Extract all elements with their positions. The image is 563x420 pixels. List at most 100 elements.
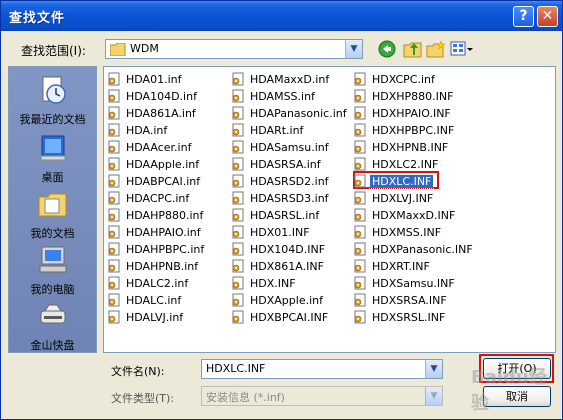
file-name-input[interactable]: HDXLC.INF ▼ (201, 359, 443, 379)
file-item[interactable]: HDASRSD3.inf (231, 190, 331, 207)
file-item[interactable]: HDXSamsu.INF (353, 275, 457, 292)
file-item[interactable]: HDASamsu.inf (231, 139, 331, 156)
file-item[interactable]: HDXHPBPC.INF (353, 122, 456, 139)
place-recent-documents[interactable]: 我最近的文档 (9, 75, 96, 127)
file-name: HDALC.inf (126, 294, 182, 307)
file-item[interactable]: HDXApple.inf (231, 292, 325, 309)
file-item[interactable]: HDXHPAIO.INF (353, 105, 453, 122)
place-desktop[interactable]: 桌面 (9, 133, 96, 185)
drive-icon (40, 304, 65, 324)
place-my-documents[interactable]: 我的文档 (9, 189, 96, 241)
file-item[interactable]: HDAHPNB.inf (107, 258, 200, 275)
setup-file-icon (354, 89, 366, 103)
file-item[interactable]: HDALC.inf (107, 292, 183, 309)
setup-file-icon (108, 157, 120, 171)
file-item[interactable]: HDXPanasonic.INF (353, 241, 475, 258)
file-item[interactable]: HDAHP880.inf (107, 207, 205, 224)
file-name: HDXLC2.INF (372, 158, 439, 171)
file-item[interactable]: HDX861A.INF (231, 258, 326, 275)
file-item[interactable]: HDALC2.inf (107, 275, 190, 292)
recent-documents-icon (42, 76, 66, 104)
file-name: HDACPC.inf (126, 192, 190, 205)
file-item[interactable]: HDAMaxxD.inf (231, 71, 331, 88)
file-item[interactable]: HDXBPCAI.INF (231, 309, 330, 326)
file-item[interactable]: HDXLC2.INF (353, 156, 440, 173)
file-item[interactable]: HDAApple.inf (107, 156, 201, 173)
file-item[interactable]: HDXHPNB.INF (353, 139, 450, 156)
look-in-label: 查找范围(I): (21, 44, 86, 58)
file-name: HDA01.inf (126, 73, 182, 86)
view-menu-icon[interactable] (450, 40, 474, 58)
file-type-label: 文件类型(T): (111, 392, 175, 405)
file-item[interactable]: HDASRSL.inf (231, 207, 321, 224)
title-bar[interactable]: 查找文件 ? ✕ (1, 1, 562, 31)
file-name: HDX01.INF (250, 226, 310, 239)
file-item[interactable]: HDXRT.INF (353, 258, 432, 275)
file-name: HDXHP880.INF (372, 90, 454, 103)
open-button[interactable]: 打开(O) (483, 358, 551, 379)
file-item[interactable]: HDASRSD2.inf (231, 173, 331, 190)
file-name: HDXMaxxD.INF (372, 209, 456, 222)
file-item[interactable]: HDA.inf (107, 122, 169, 139)
file-item[interactable]: HDXCPC.inf (353, 71, 437, 88)
new-folder-icon[interactable] (426, 40, 446, 58)
up-folder-icon[interactable] (403, 40, 423, 58)
file-name: HDXHPBPC.INF (372, 124, 455, 137)
help-button[interactable]: ? (513, 6, 534, 27)
file-item[interactable]: HDX01.INF (231, 224, 312, 241)
setup-file-icon (232, 310, 244, 324)
setup-file-icon (108, 140, 120, 154)
file-name: HDAAcer.inf (126, 141, 192, 154)
file-item[interactable]: HDA861A.inf (107, 105, 198, 122)
file-list[interactable]: HDA01.inf HDA104D.inf HDA861A.inf HDA.inf HD… (103, 66, 556, 353)
file-item[interactable]: HDASRSA.inf (231, 156, 323, 173)
place-label: 我的电脑 (30, 283, 75, 296)
file-item[interactable]: HDAAcer.inf (107, 139, 193, 156)
look-in-dropdown[interactable]: WDM ▼ (105, 39, 363, 59)
folder-icon (110, 43, 126, 56)
file-item[interactable]: HDX104D.INF (231, 241, 327, 258)
file-name: HDXSamsu.INF (372, 277, 455, 290)
file-item[interactable]: HDXHP880.INF (353, 88, 455, 105)
file-item[interactable]: HDALVJ.inf (107, 309, 185, 326)
file-item[interactable]: HDACPC.inf (107, 190, 191, 207)
setup-file-icon (354, 310, 366, 324)
chevron-down-icon[interactable]: ▼ (425, 360, 442, 378)
setup-file-icon (232, 242, 244, 256)
file-item[interactable]: HDAHPAIO.inf (107, 224, 203, 241)
setup-file-icon (108, 242, 120, 256)
file-name: HDXCPC.inf (372, 73, 435, 86)
file-name: HDXHPNB.INF (372, 141, 449, 154)
back-icon[interactable] (378, 40, 398, 58)
file-item[interactable]: HDXSRSA.INF (353, 292, 449, 309)
file-name: HDXLVJ.INF (372, 192, 434, 205)
setup-file-icon (108, 276, 120, 290)
file-item[interactable]: HDAHPBPC.inf (107, 241, 206, 258)
setup-file-icon (108, 89, 120, 103)
file-item[interactable]: HDXMSS.INF (353, 224, 443, 241)
place-kuaipan[interactable]: 金山快盘 (9, 301, 96, 353)
setup-file-icon (232, 225, 244, 239)
file-name: HDXLC.INF (368, 174, 435, 189)
cancel-button[interactable]: 取消 (483, 386, 551, 407)
setup-file-icon (232, 276, 244, 290)
setup-file-icon (108, 72, 120, 86)
file-item[interactable]: HDABPCAI.inf (107, 173, 202, 190)
file-item[interactable]: HDAPanasonic.inf (231, 105, 349, 122)
file-name: HDAHPNB.inf (126, 260, 199, 273)
file-item[interactable]: HDA01.inf (107, 71, 183, 88)
place-label: 我最近的文档 (19, 113, 86, 126)
chevron-down-icon[interactable]: ▼ (345, 40, 362, 58)
file-name: HDX861A.INF (250, 260, 324, 273)
close-button[interactable]: ✕ (537, 6, 558, 27)
file-item[interactable]: HDA104D.inf (107, 88, 199, 105)
file-item[interactable]: HDXSRSL.INF (353, 309, 447, 326)
place-my-computer[interactable]: 我的电脑 (9, 245, 96, 297)
file-item[interactable]: HDXLC.INF (353, 173, 435, 190)
setup-file-icon (354, 293, 366, 307)
file-item[interactable]: HDXLVJ.INF (353, 190, 435, 207)
file-item[interactable]: HDAMSS.inf (231, 88, 317, 105)
file-item[interactable]: HDARt.inf (231, 122, 305, 139)
file-item[interactable]: HDXMaxxD.INF (353, 207, 457, 224)
file-item[interactable]: HDX.INF (231, 275, 298, 292)
